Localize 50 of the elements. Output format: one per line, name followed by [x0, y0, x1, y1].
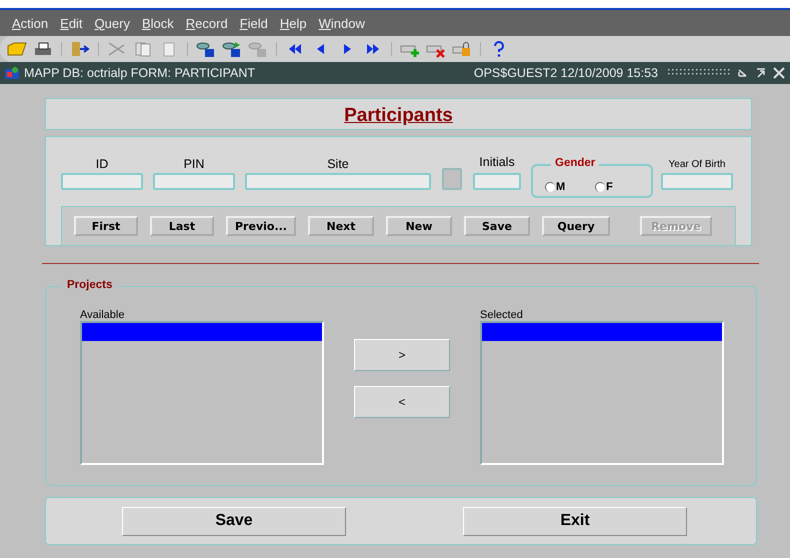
menu-item[interactable]: Record	[186, 16, 228, 30]
database-query-icon[interactable]	[221, 40, 243, 58]
menu-item[interactable]: Action	[12, 16, 48, 30]
radio-button[interactable]	[545, 182, 555, 192]
window-title: MAPP DB: octrialp FORM: PARTICIPANT	[24, 66, 256, 80]
lock-icon[interactable]	[451, 40, 473, 58]
list-box[interactable]	[480, 321, 724, 465]
field-label: Site	[327, 157, 349, 171]
input-field[interactable]	[245, 173, 431, 190]
menu-item[interactable]: Help	[280, 16, 307, 30]
input-field[interactable]	[61, 173, 143, 190]
group-label: Projects	[61, 279, 118, 291]
field-label: PIN	[184, 157, 204, 171]
radio-label: M	[556, 181, 566, 193]
list-label: Available	[80, 309, 126, 321]
nav-button[interactable]: Last	[150, 216, 214, 236]
radio-button[interactable]	[595, 182, 606, 192]
session-info: OPS$GUEST2 12/10/2009 15:53	[474, 66, 658, 80]
form-icon	[4, 66, 20, 80]
field-label: ID	[96, 157, 108, 171]
form-title: Participants	[344, 105, 453, 127]
nav-button[interactable]: Next	[308, 216, 374, 236]
nav-button[interactable]: Save	[464, 216, 530, 236]
printer-icon[interactable]	[32, 40, 54, 58]
exit-door-icon[interactable]	[69, 40, 91, 58]
gender-label: Gender	[551, 157, 600, 169]
list-label: Selected	[480, 309, 524, 321]
action-button[interactable]: Save	[122, 506, 346, 536]
list-box[interactable]	[80, 321, 324, 465]
input-field[interactable]	[661, 173, 733, 190]
nav-button[interactable]: Query	[542, 216, 610, 236]
radio-label: F	[606, 181, 613, 193]
field-label: Initials	[479, 155, 515, 169]
database-query-icon[interactable]	[195, 40, 217, 58]
menu-item[interactable]: Edit	[60, 16, 83, 30]
input-field[interactable]	[473, 173, 521, 190]
menu-item[interactable]: Window	[318, 16, 365, 30]
move-button[interactable]: >	[354, 339, 450, 371]
nav-button[interactable]: New	[386, 216, 452, 236]
move-button[interactable]: <	[354, 386, 450, 418]
nav-button[interactable]: Previo...	[226, 216, 296, 236]
nav-button[interactable]: First	[74, 216, 138, 236]
action-button[interactable]: Exit	[463, 506, 687, 536]
menu-item[interactable]: Query	[94, 16, 130, 30]
menu-item[interactable]: Field	[240, 16, 268, 30]
close-icon[interactable]	[772, 67, 786, 79]
menu-item[interactable]: Block	[142, 16, 174, 30]
field-label: Year Of Birth	[668, 159, 726, 170]
maximize-icon[interactable]	[754, 67, 768, 79]
input-field[interactable]	[153, 173, 235, 190]
